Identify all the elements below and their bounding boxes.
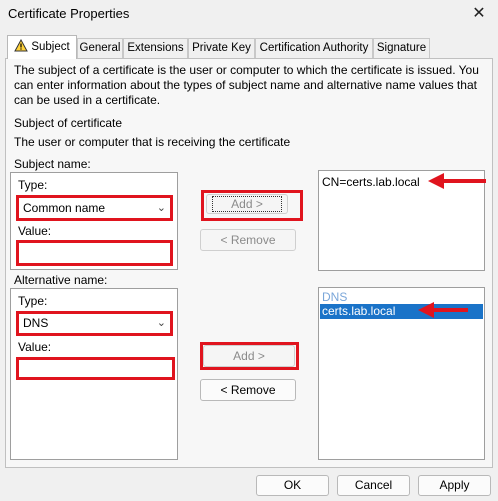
chevron-down-icon: ⌄ bbox=[156, 317, 166, 329]
tab-signature[interactable]: Signature bbox=[373, 38, 430, 58]
window-title: Certificate Properties bbox=[8, 6, 130, 21]
subject-add-button[interactable]: Add > bbox=[206, 194, 288, 214]
subject-remove-button[interactable]: < Remove bbox=[200, 229, 296, 251]
apply-button[interactable]: Apply bbox=[418, 475, 491, 496]
tab-subject[interactable]: Subject bbox=[7, 35, 77, 59]
red-arrow-alt bbox=[418, 302, 468, 318]
tab-extensions[interactable]: Extensions bbox=[123, 38, 188, 58]
ok-button[interactable]: OK bbox=[256, 475, 329, 496]
tab-general[interactable]: General bbox=[77, 38, 123, 58]
alt-value-input[interactable] bbox=[18, 359, 173, 378]
subject-add-label: Add > bbox=[212, 196, 282, 212]
subject-value-input[interactable] bbox=[18, 242, 171, 264]
subject-type-value: Common name bbox=[23, 201, 106, 215]
alt-type-label: Type: bbox=[18, 294, 48, 308]
subject-of-certificate-description: The user or computer that is receiving t… bbox=[14, 135, 291, 149]
tab-certification-authority[interactable]: Certification Authority bbox=[255, 38, 373, 58]
subject-of-certificate-heading: Subject of certificate bbox=[14, 116, 123, 130]
tab-private-key[interactable]: Private Key bbox=[188, 38, 255, 58]
alt-type-select[interactable]: DNS ⌄ bbox=[18, 313, 171, 334]
cancel-button[interactable]: Cancel bbox=[337, 475, 410, 496]
alt-type-value: DNS bbox=[23, 316, 49, 330]
chevron-down-icon: ⌄ bbox=[156, 202, 166, 214]
subject-type-select[interactable]: Common name ⌄ bbox=[18, 197, 171, 219]
alternative-name-label: Alternative name: bbox=[14, 273, 108, 287]
subject-type-label: Type: bbox=[18, 178, 48, 192]
alt-remove-button[interactable]: < Remove bbox=[200, 379, 296, 401]
subject-value-label: Value: bbox=[18, 224, 52, 238]
red-arrow-subject bbox=[428, 173, 486, 189]
warning-icon bbox=[14, 38, 29, 52]
alt-value-label: Value: bbox=[18, 340, 52, 354]
intro-text: The subject of a certificate is the user… bbox=[14, 63, 479, 107]
tab-subject-label: Subject bbox=[31, 41, 70, 53]
subject-name-label: Subject name: bbox=[14, 157, 91, 171]
alt-add-button[interactable]: Add > bbox=[203, 345, 295, 367]
close-button[interactable]: ✕ bbox=[466, 3, 492, 25]
title-bar: Certificate Properties ✕ bbox=[0, 0, 498, 30]
